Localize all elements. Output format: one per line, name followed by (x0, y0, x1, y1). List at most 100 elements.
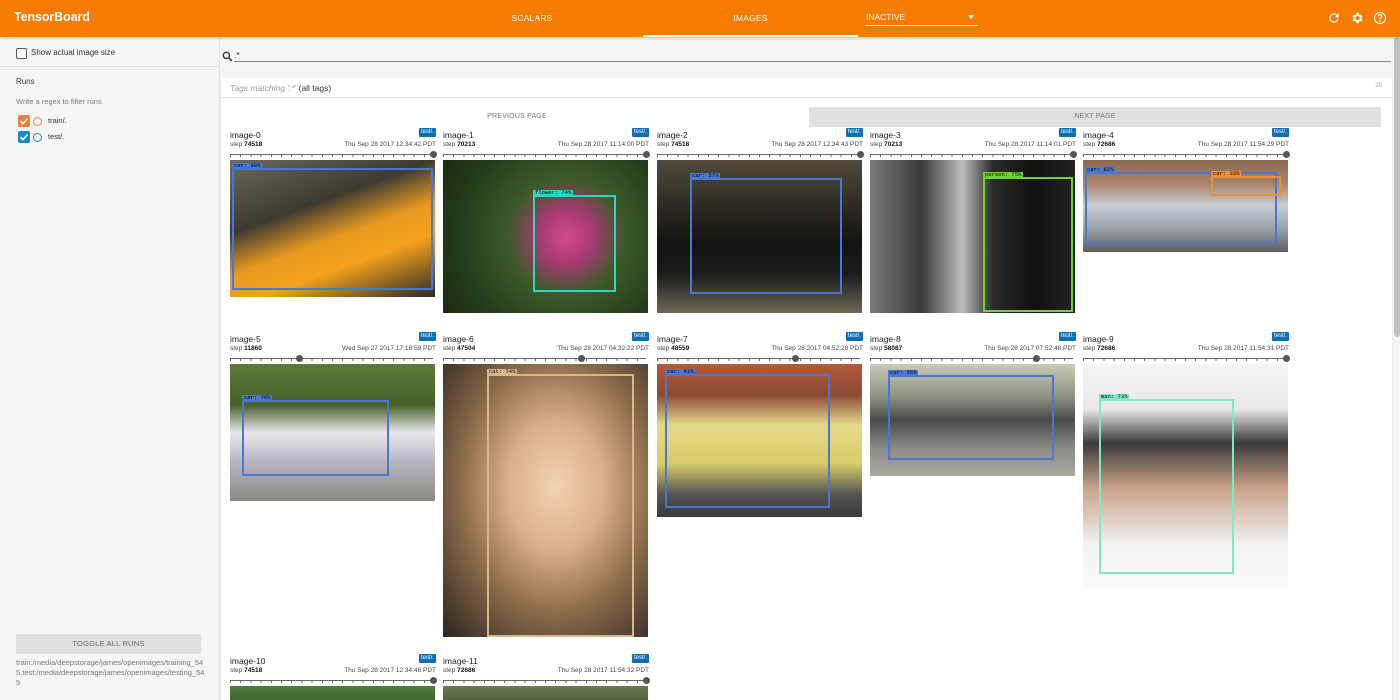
summary-image: cat: 74% (443, 364, 648, 637)
bounding-box-label: flower: 74% (533, 189, 574, 196)
card-timestamp: Thu Sep 28 2017 04:32:22 PDT (557, 345, 649, 352)
card-timestamp: Thu Sep 28 2017 12:34:43 PDT (771, 141, 863, 148)
card-tag-name: image-8 (870, 334, 901, 344)
inactive-dashboards-select[interactable]: INACTIVE (865, 11, 978, 26)
card-timestamp: Thu Sep 28 2017 12:34:46 PDT (344, 667, 436, 674)
step-slider[interactable] (443, 355, 649, 363)
tab-scalars[interactable]: SCALARS (432, 0, 632, 37)
tab-images[interactable]: IMAGES (643, 0, 858, 37)
runs-title: Runs (16, 77, 35, 86)
summary-image: man: 73% (1083, 364, 1288, 590)
card-step: step 70213 (870, 141, 903, 148)
step-slider[interactable] (230, 677, 437, 685)
bounding-box: car: 55% (888, 370, 1054, 460)
card-tag-name: image-2 (657, 130, 688, 140)
slider-knob[interactable] (1283, 355, 1290, 362)
summary-image: flower: 74% (443, 160, 648, 313)
slider-ticks (230, 154, 433, 157)
step-slider[interactable] (230, 355, 436, 363)
step-slider[interactable] (443, 677, 650, 685)
summary-image: car: 57% (657, 160, 862, 313)
slider-knob[interactable] (643, 151, 650, 158)
step-slider[interactable] (657, 355, 863, 363)
tag-filter-input[interactable] (234, 48, 1391, 62)
step-slider[interactable] (230, 151, 437, 159)
slider-ticks (657, 154, 860, 157)
settings-icon[interactable] (1350, 11, 1364, 25)
next-page-button[interactable]: NEXT PAGE (809, 107, 1381, 127)
slider-ticks (443, 358, 646, 361)
summary-image: car: 70% (230, 364, 435, 501)
card-step: step 48559 (657, 345, 690, 352)
step-slider[interactable] (870, 355, 1076, 363)
tags-matching-label: Tags matching '.*' (all tags) (230, 83, 332, 93)
bounding-box: car: 81% (665, 369, 830, 508)
card-run-badge: test/. (845, 332, 863, 341)
slider-knob[interactable] (643, 677, 650, 684)
slider-knob[interactable] (296, 355, 304, 362)
summary-image: car: 55% (870, 364, 1075, 476)
scrollbar[interactable] (1394, 37, 1400, 337)
bounding-box-label: car: 55% (888, 369, 919, 376)
slider-knob[interactable] (430, 677, 437, 684)
slider-knob[interactable] (578, 355, 586, 362)
card-run-badge: test/. (631, 654, 649, 663)
slider-ticks (1083, 358, 1286, 361)
step-slider[interactable] (1083, 355, 1290, 363)
runs-filter-input[interactable]: Write a regex to filter runs (16, 97, 102, 106)
run-checkbox-train[interactable] (18, 115, 30, 127)
slider-knob[interactable] (430, 151, 437, 158)
previous-page-button[interactable]: PREVIOUS PAGE (230, 107, 804, 127)
bounding-box: flower: 74% (533, 190, 616, 292)
slider-ticks (870, 154, 1073, 157)
bounding-box: person: 75% (983, 172, 1073, 312)
card-run-badge: test/. (1271, 332, 1289, 341)
tag-pane-header[interactable]: Tags matching '.*' (all tags) 20 (221, 78, 1392, 98)
step-slider[interactable] (1083, 151, 1290, 159)
card-timestamp: Thu Sep 28 2017 11:14:00 PDT (557, 141, 649, 148)
bounding-box: man: 73% (1099, 394, 1234, 574)
card-tag-name: image-10 (230, 656, 266, 666)
card-run-badge: test/. (418, 654, 436, 663)
card-timestamp: Thu Sep 28 2017 11:54:31 PDT (1197, 345, 1289, 352)
run-color-dot-train (33, 116, 42, 126)
run-label-train: train/. (48, 116, 67, 125)
card-step: step 74518 (657, 141, 690, 148)
card-run-badge: test/. (1058, 332, 1076, 341)
card-step: step 70213 (443, 141, 476, 148)
bounding-box-label: person: 75% (983, 171, 1024, 178)
slider-ticks (657, 358, 860, 361)
slider-ticks (230, 358, 433, 361)
card-run-badge: test/. (1271, 128, 1289, 137)
slider-knob[interactable] (857, 151, 864, 158)
bounding-box: cat: 74% (487, 369, 634, 637)
bounding-box-label: car: 82% (1085, 166, 1116, 173)
card-run-badge: test/. (631, 332, 649, 341)
show-actual-size-checkbox[interactable] (16, 48, 27, 59)
tag-count: 20 (1375, 83, 1382, 89)
slider-knob[interactable] (792, 355, 800, 362)
card-tag-name: image-9 (1083, 334, 1114, 344)
app-title: TensorBoard (14, 10, 90, 24)
card-run-badge: test/. (418, 332, 436, 341)
toggle-all-runs-button[interactable]: TOGGLE ALL RUNS (16, 634, 201, 654)
help-icon[interactable] (1373, 11, 1387, 25)
card-timestamp: Thu Sep 28 2017 11:14:01 PDT (984, 141, 1076, 148)
summary-image: car: 82% car: 33% (1083, 160, 1288, 252)
bounding-box-label: man: 73% (1099, 393, 1130, 400)
summary-image (443, 686, 648, 700)
step-slider[interactable] (443, 151, 650, 159)
bounding-box-label: cat: 74% (487, 368, 518, 375)
step-slider[interactable] (870, 151, 1077, 159)
slider-knob[interactable] (1283, 151, 1290, 158)
step-slider[interactable] (657, 151, 864, 159)
run-checkbox-test[interactable] (18, 131, 30, 143)
card-step: step 74518 (230, 667, 263, 674)
bounding-box: car: 70% (242, 395, 389, 476)
summary-image: car: 80% (230, 160, 435, 297)
slider-knob[interactable] (1070, 151, 1077, 158)
refresh-icon[interactable] (1327, 11, 1341, 25)
card-timestamp: Thu Sep 28 2017 11:54:32 PDT (557, 667, 649, 674)
show-actual-size-label: Show actual image size (31, 48, 116, 57)
card-timestamp: Thu Sep 28 2017 07:52:48 PDT (984, 345, 1076, 352)
